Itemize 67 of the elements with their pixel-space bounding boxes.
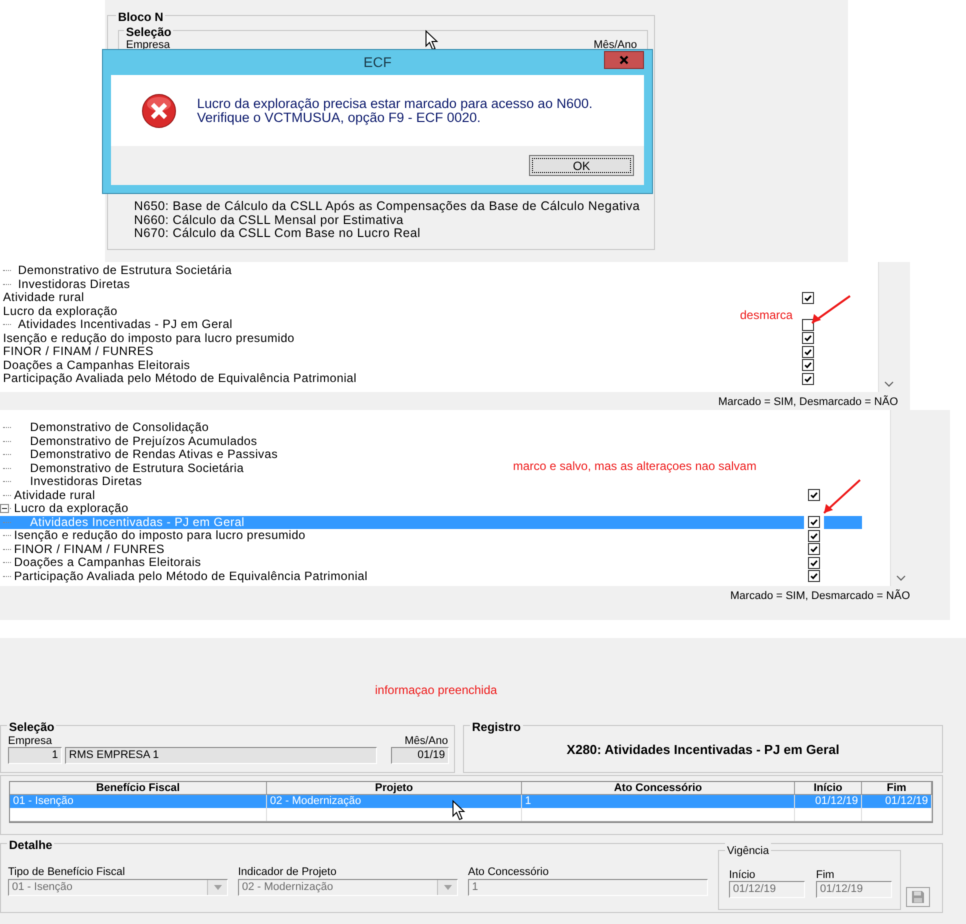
tree-item-label[interactable]: Atividade rural bbox=[14, 488, 96, 502]
tree-item-label[interactable]: Isenção e redução do imposto para lucro presumido bbox=[3, 332, 295, 345]
checkbox[interactable] bbox=[802, 346, 814, 358]
error-icon bbox=[141, 92, 177, 128]
checkbox[interactable] bbox=[802, 359, 814, 372]
input-field[interactable]: 01/19 bbox=[391, 747, 449, 764]
tree-item-label[interactable]: Atividades Incentivadas - PJ em Geral bbox=[18, 318, 233, 332]
register-item: N650: Base de Cálculo da CSLL Após as Compensações da Base de Cálculo Negativa bbox=[134, 200, 640, 214]
close-button[interactable] bbox=[604, 51, 644, 69]
legend-text: Marcado = SIM, Desmarcado = NÃO bbox=[730, 588, 910, 604]
tree-item-label[interactable]: Doações a Campanhas Eleitorais bbox=[3, 358, 190, 372]
checkbox[interactable] bbox=[808, 530, 820, 542]
checkbox[interactable] bbox=[808, 556, 820, 569]
collapse-icon[interactable] bbox=[0, 504, 9, 514]
arrow-icon bbox=[811, 295, 851, 324]
tree-item-label[interactable]: Participação Avaliada pelo Método de Equivalência Patrimonial bbox=[3, 372, 357, 386]
annotation-text: desmarca bbox=[740, 307, 793, 324]
arrow-icon bbox=[823, 479, 861, 514]
tree-item-label[interactable]: Demonstrativo de Prejuízos Acumulados bbox=[30, 434, 258, 448]
field-label: Indicador de Projeto bbox=[238, 865, 336, 880]
tree-item-label[interactable]: Investidoras Diretas bbox=[18, 278, 130, 291]
dropdown-caret-icon bbox=[444, 885, 452, 890]
field-label: Mês/Ano bbox=[404, 734, 448, 749]
tree-item-label[interactable]: Demonstrativo de Consolidação bbox=[30, 421, 209, 434]
tree-item-label[interactable]: Atividade rural bbox=[3, 291, 84, 304]
checkbox[interactable] bbox=[808, 516, 820, 528]
field-label: Fim bbox=[816, 868, 834, 883]
field-label: Tipo de Benefício Fiscal bbox=[8, 865, 125, 880]
checkbox[interactable] bbox=[808, 543, 820, 556]
tree-item-label[interactable]: Lucro da exploração bbox=[3, 304, 118, 318]
input-field[interactable]: 1 bbox=[8, 747, 62, 764]
group-title: Vigência bbox=[725, 843, 771, 860]
field-label: Mês/Ano bbox=[594, 38, 637, 53]
tree-item-label[interactable]: Isenção e redução do imposto para lucro presumido bbox=[14, 529, 306, 542]
field-label: Ato Concessório bbox=[468, 865, 549, 880]
tree-item-label[interactable]: Doações a Campanhas Eleitorais bbox=[14, 556, 202, 570]
cursor-icon bbox=[425, 30, 439, 51]
close-icon bbox=[619, 55, 629, 65]
input-field[interactable]: RMS EMPRESA 1 bbox=[65, 747, 377, 764]
message-text: Lucro da exploração precisa estar marcado para acesso ao N600. bbox=[197, 96, 592, 110]
checkbox[interactable] bbox=[802, 332, 814, 344]
dropdown-caret-icon bbox=[214, 885, 222, 890]
tree-item-label[interactable]: Lucro da exploração bbox=[14, 502, 128, 516]
tree-item-label[interactable]: FINOR / FINAM / FUNRES bbox=[3, 345, 154, 358]
checkbox[interactable] bbox=[802, 318, 814, 331]
dialog-title: ECF bbox=[364, 53, 392, 72]
field-label: Empresa bbox=[126, 38, 170, 53]
register-item: N660: Cálculo da CSLL Mensal por Estimativa bbox=[134, 214, 404, 227]
annotation-text: marco e salvo, mas as alteraçoes nao salvam bbox=[513, 458, 756, 475]
register-title: X280: Atividades Incentivadas - PJ em Geral bbox=[566, 741, 840, 759]
checkbox[interactable] bbox=[802, 292, 814, 304]
tree-item-label[interactable]: FINOR / FINAM / FUNRES bbox=[14, 542, 165, 556]
legend-text: Marcado = SIM, Desmarcado = NÃO bbox=[718, 394, 898, 410]
tree-item-label[interactable]: Demonstrativo de Estrutura Societária bbox=[18, 264, 232, 278]
field-label: Início bbox=[729, 868, 756, 883]
tree-item-label[interactable]: Demonstrativo de Estrutura Societária bbox=[30, 462, 244, 475]
field-label: Empresa bbox=[8, 734, 52, 749]
annotation-text: informaçao preenchida bbox=[375, 682, 498, 699]
checkbox[interactable] bbox=[808, 570, 820, 582]
checkbox[interactable] bbox=[808, 489, 820, 502]
message-text: Verifique o VCTMUSUA, opção F9 - ECF 0020. bbox=[197, 110, 481, 124]
register-item: N670: Cálculo da CSLL Com Base no Lucro Real bbox=[134, 227, 422, 240]
tree-item-label[interactable]: Demonstrativo de Rendas Ativas e Passivas bbox=[30, 448, 278, 462]
tree-item-label[interactable]: Participação Avaliada pelo Método de Equivalência Patrimonial bbox=[14, 570, 368, 583]
ok-button[interactable]: OK bbox=[529, 155, 634, 176]
tree-item-label[interactable]: Investidoras Diretas bbox=[30, 475, 142, 488]
checkbox[interactable] bbox=[802, 372, 814, 385]
